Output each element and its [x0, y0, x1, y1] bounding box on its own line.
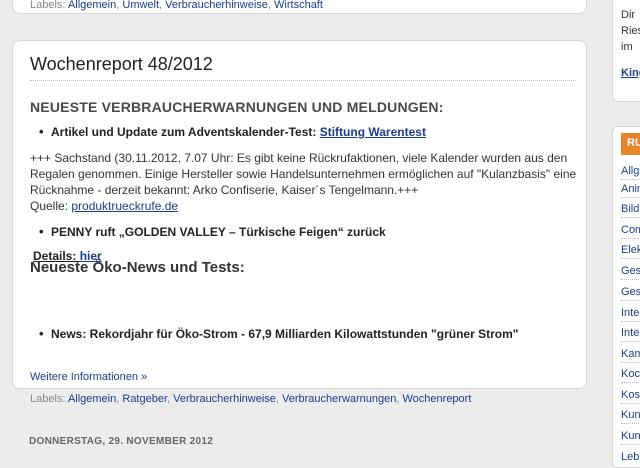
source-label: Quelle: — [30, 199, 72, 213]
divider — [621, 238, 640, 239]
divider — [621, 341, 640, 342]
sidebar-categories-widget: RU Allg Anim Bild Com Elek Ges Gesu Inte… — [612, 126, 640, 468]
label-link-wirtschaft[interactable]: Wirtschaft — [274, 0, 323, 11]
paragraph-text: +++ Sachstand (30.11.2012, 7.07 Uhr: Es … — [30, 151, 577, 197]
sidebar-category-link[interactable]: Com — [621, 224, 640, 236]
section-heading-warnings: NEUESTE VERBRAUCHERWARNUNGEN UND MELDUNG… — [30, 99, 444, 115]
divider — [621, 197, 640, 198]
status-paragraph: +++ Sachstand (30.11.2012, 7.07 Uhr: Es … — [30, 150, 580, 214]
title-divider — [30, 80, 576, 81]
more-info-link[interactable]: Weitere Informationen » — [30, 371, 147, 383]
divider — [621, 362, 640, 363]
sidebar-category-link[interactable]: Kam — [621, 348, 640, 360]
sidebar-heading: RU — [621, 133, 640, 155]
sidebar-category-link[interactable]: Kun — [621, 409, 640, 421]
divider — [621, 217, 640, 218]
sidebar-category-link[interactable]: Inte — [621, 327, 639, 339]
sidebar-category-link[interactable]: Ges — [621, 265, 640, 277]
divider — [621, 382, 640, 383]
sidebar-category-link[interactable]: Bild — [621, 203, 639, 215]
divider — [621, 258, 640, 259]
sidebar-category-link[interactable]: Inte — [621, 307, 639, 319]
blog-post: Wochenreport 48/2012 NEUESTE VERBRAUCHER… — [12, 40, 587, 405]
section-heading-oeko-news: Neueste Öko-News und Tests: — [30, 259, 245, 276]
divider — [621, 403, 640, 404]
post-title[interactable]: Wochenreport 48/2012 — [30, 54, 213, 75]
previous-post-footer: Labels: Allgemein, Umwelt, Verbraucherhi… — [12, 0, 587, 14]
sidebar-text-line: Dir — [621, 9, 636, 21]
divider — [621, 423, 640, 424]
list-item-penny-recall: PENNY ruft „GOLDEN VALLEY – Türkische Fe… — [39, 224, 386, 239]
sidebar-category-link[interactable]: Koc — [621, 368, 640, 380]
list-item-text: Artikel und Update zum Adventskalender-T… — [51, 125, 320, 139]
stiftung-warentest-link[interactable]: Stiftung Warentest — [320, 125, 426, 139]
label-link-umwelt[interactable]: Umwelt — [122, 0, 159, 11]
sidebar-category-link[interactable]: Kun — [621, 430, 640, 442]
previous-post-labels: Labels: Allgemein, Umwelt, Verbraucherhi… — [30, 0, 323, 11]
sidebar-category-link[interactable]: Leb — [621, 451, 639, 463]
label-link-wochenreport[interactable]: Wochenreport — [403, 393, 472, 405]
label-link-verbraucherhinweise[interactable]: Verbraucherhinweise — [165, 0, 268, 11]
sidebar-text-widget: Dir Ries im King — [612, 0, 640, 102]
divider — [621, 444, 640, 445]
labels-prefix: Labels: — [30, 0, 66, 11]
label-link-ratgeber[interactable]: Ratgeber — [122, 393, 167, 405]
sidebar-widget-link[interactable]: King — [621, 67, 640, 79]
divider — [621, 321, 640, 322]
labels-prefix: Labels: — [30, 393, 66, 405]
list-item-adventskalender: Artikel und Update zum Adventskalender-T… — [39, 124, 426, 139]
sidebar-text-line: Ries — [621, 25, 640, 37]
label-link-verbraucherhinweise[interactable]: Verbraucherhinweise — [173, 393, 276, 405]
list-item-oeko-strom: News: Rekordjahr für Öko-Strom - 67,9 Mi… — [39, 325, 521, 343]
label-link-verbraucherwarnungen[interactable]: Verbraucherwarnungen — [282, 393, 396, 405]
date-header: DONNERSTAG, 29. NOVEMBER 2012 — [29, 436, 214, 447]
sidebar-text-line: im — [621, 41, 633, 53]
post-labels: Labels: Allgemein, Ratgeber, Verbraucher… — [30, 393, 472, 405]
sidebar-category-link[interactable]: Kos — [621, 389, 640, 401]
sidebar-category-link[interactable]: Allg — [621, 165, 639, 177]
sidebar-category-link[interactable]: Elek — [621, 244, 640, 256]
divider — [621, 279, 640, 280]
divider — [621, 179, 640, 180]
label-link-allgemein[interactable]: Allgemein — [68, 393, 116, 405]
source-link[interactable]: produktrueckrufe.de — [71, 199, 178, 213]
divider — [621, 300, 640, 301]
sidebar-category-link[interactable]: Gesu — [621, 286, 640, 298]
label-link-allgemein[interactable]: Allgemein — [68, 0, 116, 11]
sidebar-category-link[interactable]: Anim — [621, 183, 640, 195]
